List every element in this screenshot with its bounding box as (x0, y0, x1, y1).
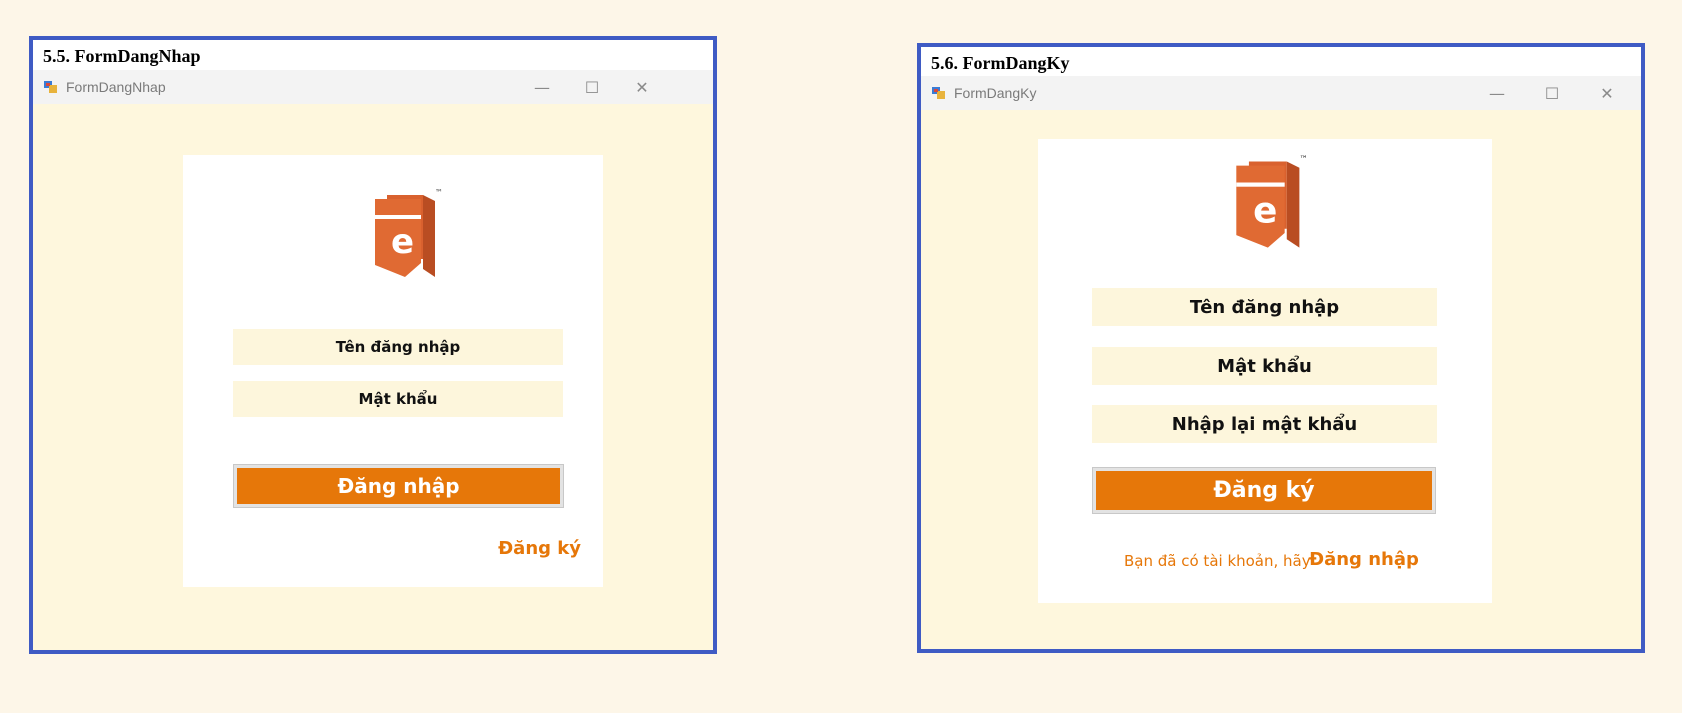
register-form-figure: 5.6. FormDangKy FormDangKy — ☐ ✕ e ™ Tên… (917, 43, 1645, 653)
section-title: 5.6. FormDangKy (931, 53, 1070, 73)
minimize-icon[interactable]: — (527, 74, 557, 100)
username-field[interactable]: Tên đăng nhập (233, 329, 563, 365)
password-field[interactable]: Mật khẩu (1092, 347, 1437, 385)
login-panel: e ™ Tên đăng nhập Mật khẩu Đăng nhập Đăn… (183, 155, 603, 587)
ebook-logo-icon: e ™ (1236, 153, 1308, 248)
login-button[interactable]: Đăng nhập (233, 464, 564, 508)
register-link[interactable]: Đăng ký (498, 538, 581, 559)
trademark-mark: ™ (1299, 153, 1307, 163)
window-titlebar[interactable]: FormDangKy — ☐ ✕ (921, 76, 1641, 110)
username-field[interactable]: Tên đăng nhập (1092, 288, 1437, 326)
confirm-password-field[interactable]: Nhập lại mật khẩu (1092, 405, 1437, 443)
logo-letter: e (1253, 190, 1277, 231)
logo-letter: e (391, 222, 414, 262)
minimize-icon[interactable]: — (1482, 80, 1512, 106)
window-title: FormDangNhap (66, 79, 166, 95)
maximize-icon[interactable]: ☐ (1537, 80, 1567, 106)
form-client-area: e ™ Tên đăng nhập Mật khẩu Đăng nhập Đăn… (33, 104, 713, 650)
password-field[interactable]: Mật khẩu (233, 381, 563, 417)
ebook-logo-icon: e ™ (375, 188, 443, 277)
close-icon[interactable]: ✕ (627, 74, 657, 100)
trademark-mark: ™ (435, 188, 443, 197)
maximize-icon[interactable]: ☐ (577, 74, 607, 100)
form-client-area: e ™ Tên đăng nhập Mật khẩu Nhập lại mật … (921, 110, 1641, 649)
window-title: FormDangKy (954, 85, 1037, 101)
register-button[interactable]: Đăng ký (1092, 467, 1436, 514)
section-title: 5.5. FormDangNhap (43, 46, 201, 66)
app-icon (932, 87, 945, 99)
app-icon (44, 81, 57, 93)
login-form-figure: 5.5. FormDangNhap FormDangNhap — ☐ ✕ e ™… (29, 36, 717, 654)
close-icon[interactable]: ✕ (1592, 80, 1622, 106)
window-titlebar[interactable]: FormDangNhap — ☐ ✕ (33, 70, 713, 104)
login-link[interactable]: Đăng nhập (1309, 549, 1419, 570)
register-panel: e ™ Tên đăng nhập Mật khẩu Nhập lại mật … (1038, 139, 1492, 603)
have-account-hint: Bạn đã có tài khoản, hãy (1124, 552, 1311, 570)
